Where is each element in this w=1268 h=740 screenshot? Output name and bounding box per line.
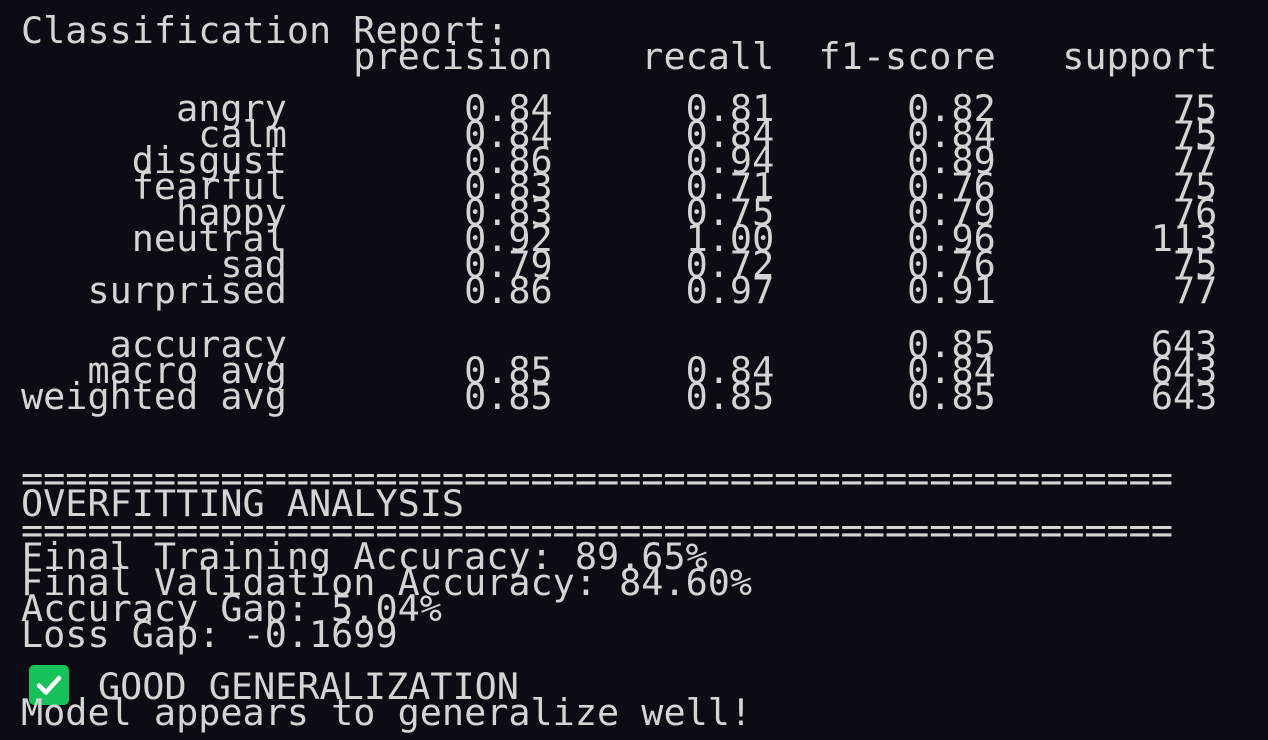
report-row-surprised: surprised 0.86 0.97 0.91 77 <box>21 269 1218 312</box>
conclusion-text: Model appears to generalize well! <box>21 691 753 734</box>
report-header-row: precision recall f1-score support <box>21 35 1218 78</box>
report-summary-weighted-avg: weighted avg 0.85 0.85 0.85 643 <box>21 375 1218 418</box>
terminal-output: Classification Report: precision recall … <box>0 0 1268 740</box>
loss-gap-line: Loss Gap: -0.1699 <box>21 613 398 656</box>
